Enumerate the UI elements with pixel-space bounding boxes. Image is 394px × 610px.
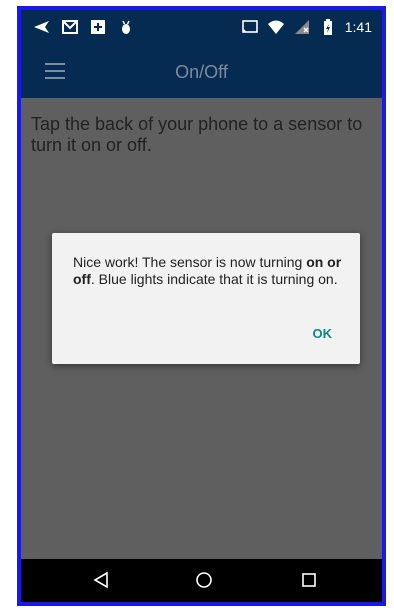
dialog-message-part1: Nice work! The sensor is now turning (73, 254, 307, 270)
page-title: On/Off (175, 62, 228, 82)
status-time: 1:41 (344, 19, 372, 35)
status-bar: 1:41 (21, 10, 382, 46)
app-bar: On/Off (21, 46, 382, 98)
wifi-icon (267, 20, 284, 34)
cast-icon (241, 20, 258, 33)
battery-icon (323, 19, 332, 35)
instruction-text: Tap the back of your phone to a sensor t… (31, 114, 363, 155)
bug-icon (122, 20, 130, 34)
send-icon (34, 21, 49, 33)
ok-button[interactable]: OK (313, 326, 333, 341)
plus-box-icon (91, 20, 105, 34)
status-right-icons: 1:41 (241, 18, 372, 36)
device-screen: 1:41 On/Off Tap the back of your phone t… (17, 6, 386, 606)
gmail-icon (62, 20, 78, 34)
signal-icon (294, 20, 309, 34)
recents-icon[interactable] (298, 569, 320, 591)
back-icon[interactable] (90, 569, 112, 591)
home-icon[interactable] (193, 569, 215, 591)
dialog-message-part2: . Blue lights indicate that it is turnin… (90, 271, 338, 287)
dialog-message: Nice work! The sensor is now turning on … (73, 254, 343, 288)
confirmation-dialog: Nice work! The sensor is now turning on … (52, 233, 360, 364)
navigation-bar (21, 559, 382, 602)
status-left-icons (33, 18, 135, 36)
